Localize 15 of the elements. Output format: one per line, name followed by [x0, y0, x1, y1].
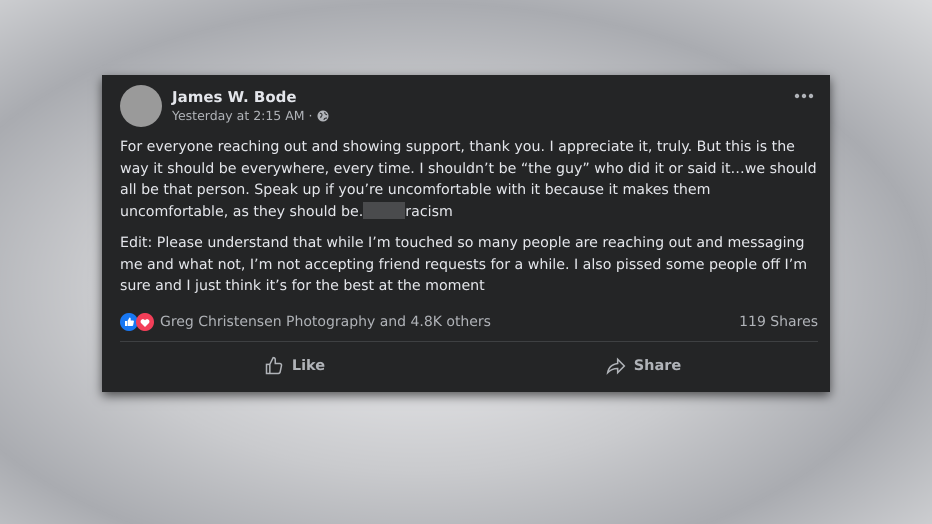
shares-count[interactable]: 119 Shares — [739, 312, 818, 332]
globe-icon — [316, 110, 329, 122]
like-reaction-icon — [120, 313, 138, 331]
post-text: For everyone reaching out and showing support, thank you. I appreciate it, truly. But this is the way it should be everywhere, every time. I shouldn’t be “the guy” who did it or said it…we should all be that person. Speak up if you’re uncomfortable with it because it makes them uncomfortable, as they should be. racism — [120, 138, 818, 222]
share-arrow-icon — [606, 356, 626, 376]
reactions-summary[interactable]: Greg Christensen Photography and 4.8K others — [160, 312, 740, 332]
thumbs-up-icon — [264, 356, 284, 376]
post-timestamp: Yesterday at 2:15 AM · — [172, 107, 313, 125]
post-text: Edit: Please understand that while I’m touched so many people are reaching out and messaging me and what not, I’m not accepting friend requests for a while. I also pissed some people off I’m sure and I just think it’s for the best at the moment — [120, 234, 808, 296]
avatar — [120, 85, 162, 127]
more-icon — [794, 93, 814, 99]
author-name: James W. Bode — [172, 87, 298, 107]
like-button[interactable]: Like — [120, 346, 469, 386]
heart-reaction-icon — [136, 313, 154, 331]
share-button[interactable]: Share — [469, 346, 818, 386]
